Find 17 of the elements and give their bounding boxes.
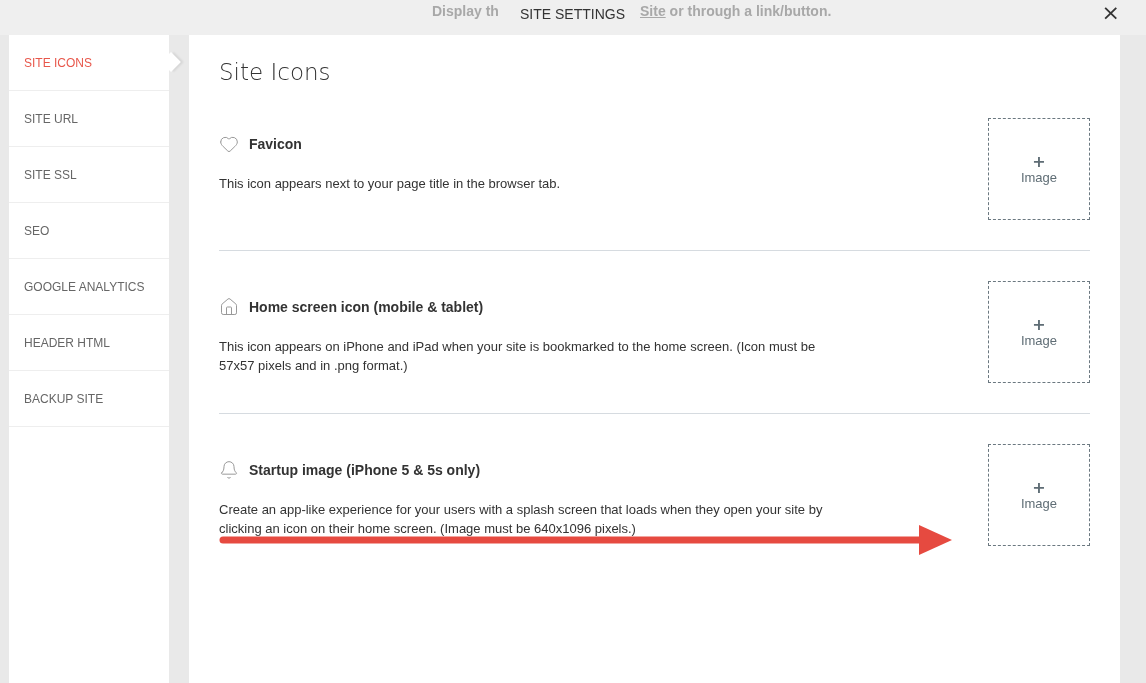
- close-button[interactable]: ×: [1097, 2, 1124, 24]
- background-text: Display th: [432, 3, 499, 19]
- section-description: This icon appears on iPhone and iPad when your site is bookmarked to the home screen. (Icon must be 57x57 pixels and in .png format.): [219, 338, 817, 375]
- section-description: This icon appears next to your page title in the browser tab.: [219, 175, 562, 193]
- bell-icon: [219, 460, 239, 480]
- background-text: Site or through a link/button.: [640, 3, 832, 19]
- dialog-title: SITE SETTINGS: [517, 6, 628, 22]
- section-title: Startup image (iPhone 5 & 5s only): [249, 462, 481, 478]
- section-title: Home screen icon (mobile & tablet): [249, 299, 484, 315]
- image-upload-button[interactable]: + Image: [988, 444, 1090, 546]
- image-upload-button[interactable]: + Image: [988, 281, 1090, 383]
- heart-icon: [219, 134, 239, 154]
- section-title: Favicon: [249, 136, 302, 152]
- page-title: Site Icons: [219, 59, 332, 85]
- section-description: Create an app-like experience for your users with a splash screen that loads when they open your site by clicking an icon on their home screen. (Image must be 640x1096 pixels.): [219, 501, 824, 538]
- house-icon: [219, 297, 239, 317]
- image-upload-button[interactable]: + Image: [988, 118, 1090, 220]
